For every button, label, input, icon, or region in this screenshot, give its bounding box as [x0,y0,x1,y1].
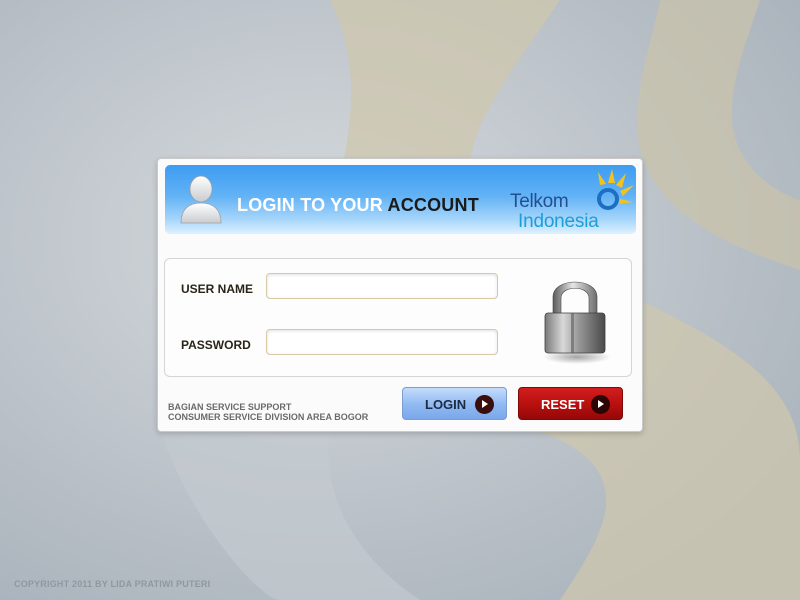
login-header: LOGIN TO YOUR ACCOUNT Telkom Indonesia [165,165,636,234]
telkom-indonesia-logo: Telkom Indonesia [510,169,635,233]
password-label: PASSWORD [181,338,251,352]
copyright-text: COPYRIGHT 2011 BY LIDA PRATIWI PUTERI [14,579,211,589]
logo-text-indonesia: Indonesia [518,211,599,232]
login-card: LOGIN TO YOUR ACCOUNT Telkom Indonesia U… [157,158,643,432]
reset-button-label: RESET [541,397,585,412]
telkom-sun-logo-icon [597,169,634,210]
login-button-label: LOGIN [425,397,467,412]
login-title-accent: ACCOUNT [387,195,479,215]
department-line-2: CONSUMER SERVICE DIVISION AREA BOGOR [168,412,369,422]
logo-text-telkom: Telkom [510,191,569,212]
login-title-prefix: LOGIN TO YOUR [237,195,383,215]
department-line-1: BAGIAN SERVICE SUPPORT [168,402,292,412]
username-label: USER NAME [181,282,254,296]
department-info: BAGIAN SERVICE SUPPORT CONSUMER SERVICE … [168,402,368,422]
password-input[interactable] [266,329,498,355]
login-form: USER NAME PASSWORD [164,258,632,377]
padlock-icon [543,281,611,364]
arrow-right-icon [591,395,610,414]
username-input[interactable] [266,273,498,299]
login-button[interactable]: LOGIN [402,387,507,420]
arrow-right-icon [475,395,494,414]
login-title: LOGIN TO YOUR ACCOUNT [237,195,479,216]
reset-button[interactable]: RESET [518,387,623,420]
user-avatar-icon [180,175,222,224]
